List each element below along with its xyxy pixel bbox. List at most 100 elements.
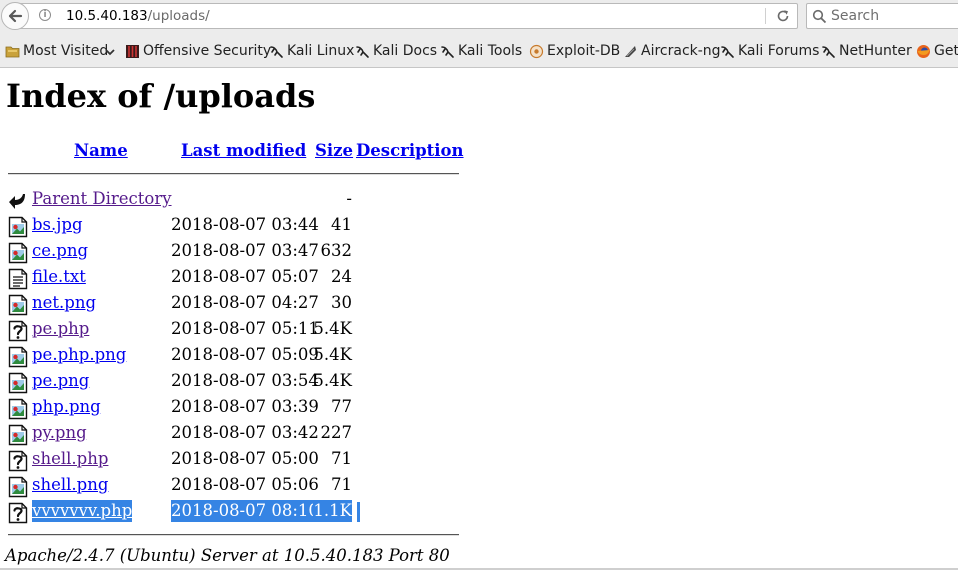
column-header-last-modified[interactable]: Last modified	[181, 140, 306, 162]
file-link[interactable]: bs.jpg	[32, 214, 83, 236]
back-arrow-icon	[9, 194, 25, 209]
file-link[interactable]: file.txt	[32, 266, 86, 288]
file-size: -	[346, 189, 352, 208]
footer-divider	[8, 534, 459, 536]
unknown-file-icon	[8, 502, 28, 524]
image-file-icon	[8, 216, 28, 238]
back-arrow-icon	[8, 9, 23, 23]
table-row: bs.jpg 2018-08-07 03:44 41	[0, 214, 958, 240]
column-header-name[interactable]: Name	[74, 140, 128, 162]
image-file-icon	[8, 398, 28, 420]
image-file-icon	[8, 294, 28, 316]
table-row: pe.php.png 2018-08-07 05:09 5.4K	[0, 344, 958, 370]
unknown-file-icon	[8, 320, 28, 342]
firefox-icon	[917, 45, 930, 58]
column-header-size[interactable]: Size	[315, 140, 353, 162]
file-link[interactable]: shell.png	[32, 474, 108, 496]
table-row: ce.png 2018-08-07 03:47 632	[0, 240, 958, 266]
file-date: 2018-08-07 03:54	[171, 371, 319, 390]
file-date: 2018-08-07 03:44	[171, 215, 319, 234]
parent-directory-link[interactable]: Parent Directory	[32, 188, 172, 210]
url-divider	[765, 8, 766, 24]
search-placeholder: Search	[831, 8, 880, 24]
file-date: 2018-08-07 08:10	[171, 500, 319, 522]
image-file-icon	[8, 476, 28, 498]
file-size: 71	[331, 475, 352, 494]
file-date: 2018-08-07 05:06	[171, 475, 319, 494]
server-signature: Apache/2.4.7 (Ubuntu) Server at 10.5.40.…	[5, 546, 450, 565]
bookmark-label: Kali Forums	[738, 43, 820, 59]
reload-icon[interactable]	[775, 8, 791, 24]
bookmark-label: Most Visited	[23, 43, 109, 59]
offsec-icon	[126, 45, 139, 58]
file-link[interactable]: pe.php.png	[32, 344, 126, 366]
file-link[interactable]: py.png	[32, 422, 87, 444]
aircrack-icon	[625, 46, 636, 57]
selection-highlight	[357, 502, 360, 522]
file-date: 2018-08-07 03:39	[171, 397, 319, 416]
file-date: 2018-08-07 04:27	[171, 293, 319, 312]
file-link[interactable]: php.png	[32, 396, 101, 418]
table-row: py.png 2018-08-07 03:42 227	[0, 422, 958, 448]
bookmark-label: NetHunter	[839, 43, 912, 59]
kali-dragon-icon	[822, 46, 835, 58]
table-row: vvvvvvv.php 2018-08-07 08:10 1.1K	[0, 500, 958, 526]
table-row: php.png 2018-08-07 03:39 77	[0, 396, 958, 422]
file-size: 41	[331, 215, 352, 234]
file-date: 2018-08-07 03:42	[171, 423, 319, 442]
kali-dragon-icon	[270, 46, 283, 58]
file-size: 632	[320, 241, 353, 260]
table-row: net.png 2018-08-07 04:27 30	[0, 292, 958, 318]
bookmark-label: Exploit-DB	[547, 43, 621, 59]
url-host: 10.5.40.183	[66, 8, 148, 24]
file-size: 227	[320, 423, 353, 442]
file-size: 5.4K	[313, 371, 352, 390]
bookmark-label: Offensive Security	[143, 43, 272, 59]
folder-icon	[5, 46, 20, 58]
url-bar[interactable]: i 10.5.40.183/uploads/	[14, 3, 798, 29]
file-size: 24	[331, 267, 352, 286]
bookmark-label: Get	[934, 43, 958, 59]
search-icon	[812, 9, 827, 24]
file-size: 5.4K	[313, 319, 352, 338]
table-row: pe.php 2018-08-07 05:11 5.4K	[0, 318, 958, 344]
exploit-db-icon	[529, 44, 544, 59]
bookmarks-toolbar: Most Visited Offensive Security Kali Lin…	[0, 34, 958, 68]
image-file-icon	[8, 242, 28, 264]
table-row: file.txt 2018-08-07 05:07 24	[0, 266, 958, 292]
file-link[interactable]: pe.png	[32, 370, 89, 392]
file-link[interactable]: shell.php	[32, 448, 108, 470]
kali-dragon-icon	[441, 46, 454, 58]
info-icon[interactable]: i	[39, 9, 51, 21]
kali-dragon-icon	[356, 46, 369, 58]
file-date: 2018-08-07 05:09	[171, 345, 319, 364]
table-row: shell.php 2018-08-07 05:00 71	[0, 448, 958, 474]
file-link[interactable]: pe.php	[32, 318, 89, 340]
file-link[interactable]: vvvvvvv.php	[32, 500, 133, 522]
kali-dragon-icon	[721, 46, 734, 58]
page-content: Index of /uploads Name Last modified Siz…	[0, 68, 958, 570]
table-row-parent: Parent Directory -	[0, 188, 958, 214]
column-header-description[interactable]: Description	[356, 140, 464, 162]
image-file-icon	[8, 372, 28, 394]
file-link[interactable]: ce.png	[32, 240, 88, 262]
table-row: pe.png 2018-08-07 03:54 5.4K	[0, 370, 958, 396]
file-size: 30	[331, 293, 352, 312]
bookmark-label: Kali Docs	[373, 43, 438, 59]
page-title: Index of /uploads	[6, 77, 316, 115]
bookmark-label: Kali Tools	[458, 43, 523, 59]
image-file-icon	[8, 424, 28, 446]
url-path: /uploads/	[147, 8, 210, 24]
bookmark-label: Aircrack-ng	[641, 43, 721, 59]
image-file-icon	[8, 346, 28, 368]
text-file-icon	[8, 268, 28, 290]
back-button[interactable]	[1, 2, 29, 30]
file-size: 77	[331, 397, 352, 416]
file-link[interactable]: net.png	[32, 292, 96, 314]
file-date: 2018-08-07 05:00	[171, 449, 319, 468]
unknown-file-icon	[8, 450, 28, 472]
navigation-toolbar: i 10.5.40.183/uploads/ Search	[0, 0, 958, 34]
table-row: shell.png 2018-08-07 05:06 71	[0, 474, 958, 500]
search-bar[interactable]: Search	[806, 3, 958, 29]
url-text[interactable]: 10.5.40.183/uploads/	[66, 8, 210, 24]
